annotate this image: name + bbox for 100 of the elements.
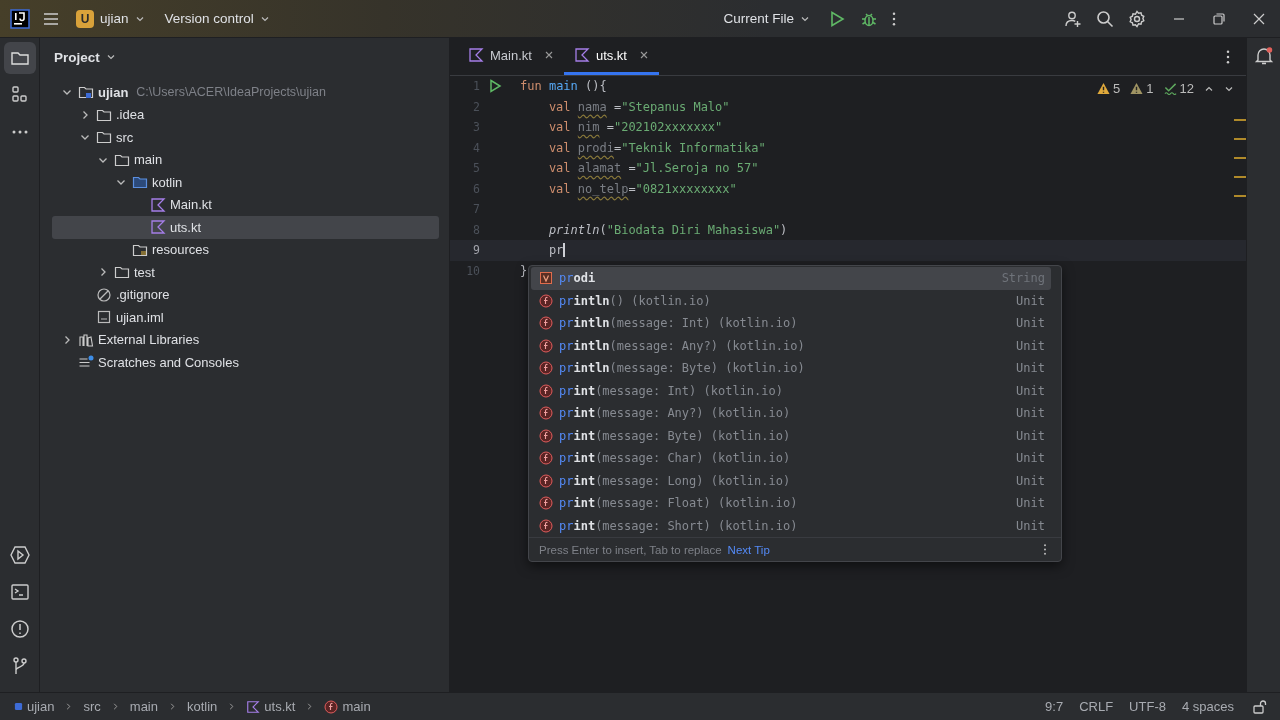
- more-icon[interactable]: [1226, 48, 1230, 65]
- panel-title-dropdown[interactable]: Project: [48, 48, 122, 66]
- breadcrumb[interactable]: src: [81, 699, 103, 714]
- completion-text: println(message: Int) (kotlin.io): [559, 316, 799, 331]
- function-icon: [539, 496, 553, 511]
- inspection-counter[interactable]: 5: [1097, 81, 1121, 96]
- chevron-right-icon[interactable]: [62, 334, 72, 345]
- close-icon[interactable]: [543, 50, 554, 60]
- tree-row[interactable]: .idea: [52, 103, 439, 126]
- more-icon[interactable]: [892, 10, 896, 27]
- tree-item-label: Scratches and Consoles: [98, 354, 239, 370]
- completion-item[interactable]: print(message: Float) (kotlin.io) Unit: [531, 492, 1051, 515]
- return-type: Unit: [1016, 383, 1045, 398]
- return-type: Unit: [1016, 406, 1045, 421]
- warning-icon: [1130, 82, 1144, 95]
- tree-row[interactable]: main: [52, 148, 439, 171]
- completion-item[interactable]: println(message: Byte) (kotlin.io) Unit: [531, 357, 1051, 380]
- tree-row[interactable]: Scratches and Consoles: [52, 351, 439, 374]
- function-icon: [539, 428, 553, 443]
- inspection-counter[interactable]: 12: [1163, 81, 1194, 96]
- completion-item[interactable]: print(message: Int) (kotlin.io) Unit: [531, 379, 1051, 402]
- completion-text: print(message: Long) (kotlin.io): [559, 473, 792, 488]
- line-number: 9: [472, 243, 480, 258]
- chevron-right-icon[interactable]: [80, 109, 90, 120]
- code-line: val alamat ="Jl.Seroja no 57": [547, 161, 759, 176]
- status-widget[interactable]: 4 spaces: [1175, 699, 1240, 714]
- kotlin-file-icon: [573, 47, 590, 63]
- breadcrumb[interactable]: main: [322, 699, 373, 714]
- tree-row[interactable]: Main.kt: [52, 193, 439, 216]
- completion-text: print(message: Float) (kotlin.io): [559, 496, 799, 511]
- status-widget[interactable]: UTF-8: [1123, 699, 1172, 714]
- tree-row[interactable]: ujian C:\Users\ACER\IdeaProjects\ujian: [52, 81, 439, 104]
- tree-row[interactable]: External Libraries: [52, 328, 439, 351]
- completion-item[interactable]: print(message: Any?) (kotlin.io) Unit: [531, 402, 1051, 425]
- completion-text: print(message: Short) (kotlin.io): [559, 518, 799, 533]
- tree-row[interactable]: src: [52, 126, 439, 149]
- completion-item[interactable]: println(message: Int) (kotlin.io) Unit: [531, 312, 1051, 335]
- completion-item[interactable]: print(message: Char) (kotlin.io) Unit: [531, 447, 1051, 470]
- inspection-counter[interactable]: 1: [1130, 81, 1154, 96]
- ignore-file-icon: [96, 286, 112, 303]
- tree-row[interactable]: resources: [52, 238, 439, 261]
- run-icon[interactable]: [488, 79, 502, 94]
- tab-label: uts.kt: [595, 47, 627, 63]
- completion-text: println(message: Any?) (kotlin.io): [559, 338, 806, 353]
- editor-tab[interactable]: uts.kt: [563, 38, 659, 75]
- editor-tab[interactable]: Main.kt: [458, 38, 564, 75]
- close-icon[interactable]: [639, 50, 649, 60]
- breadcrumb[interactable]: main: [127, 699, 160, 714]
- add-user-icon[interactable]: [1064, 9, 1082, 28]
- tree-row[interactable]: .gitignore: [52, 283, 439, 306]
- folder-icon: [114, 264, 130, 281]
- chevron-right-icon: [168, 702, 177, 711]
- project-switcher[interactable]: U ujian: [72, 6, 149, 31]
- library-icon: [78, 331, 94, 348]
- completion-item[interactable]: print(message: Short) (kotlin.io) Unit: [531, 514, 1051, 537]
- return-type: Unit: [1016, 293, 1045, 308]
- kotlin-file-icon: [246, 699, 261, 714]
- file-icon: [96, 309, 112, 326]
- app-logo-icon[interactable]: [10, 8, 30, 29]
- kotlin-file-icon: [150, 196, 166, 213]
- status-widget[interactable]: 9:7: [1039, 699, 1070, 714]
- status-widget[interactable]: CRLF: [1073, 699, 1120, 714]
- breadcrumb[interactable]: uts.kt: [244, 699, 298, 714]
- breadcrumb[interactable]: ujian: [12, 699, 57, 714]
- close-icon[interactable]: [1252, 11, 1266, 26]
- tree-row[interactable]: ujian.iml: [52, 306, 439, 329]
- breadcrumb[interactable]: kotlin: [185, 699, 220, 714]
- notifications-icon[interactable]: [1253, 46, 1274, 66]
- settings-icon[interactable]: [1128, 9, 1146, 28]
- function-icon: [539, 518, 553, 533]
- restore-icon[interactable]: [1212, 11, 1226, 26]
- tree-row[interactable]: kotlin: [52, 171, 439, 194]
- folder-icon[interactable]: [3, 42, 36, 74]
- completion-item[interactable]: print(message: Long) (kotlin.io) Unit: [531, 469, 1051, 492]
- caret-icon: [105, 52, 116, 62]
- tree-row[interactable]: uts.kt: [52, 216, 439, 239]
- tree-row[interactable]: test: [52, 261, 439, 284]
- more-icon[interactable]: [1043, 543, 1047, 556]
- run-configuration-selector[interactable]: Current File: [719, 8, 814, 29]
- chevron-right-icon[interactable]: [98, 267, 108, 278]
- completion-text: print(message: Int) (kotlin.io): [559, 383, 784, 398]
- run-icon[interactable]: [828, 9, 846, 28]
- return-type: Unit: [1016, 518, 1045, 533]
- code-line: }: [520, 263, 528, 278]
- return-type: Unit: [1016, 316, 1045, 331]
- warning-icon: [1097, 82, 1111, 95]
- code-line: val prodi="Teknik Informatika": [547, 140, 766, 155]
- version-control-menu[interactable]: Version control: [160, 8, 274, 29]
- tree-item-label: .gitignore: [116, 287, 170, 303]
- project-badge: U: [76, 9, 94, 28]
- return-type: Unit: [1016, 451, 1045, 466]
- next-tip-link[interactable]: Next Tip: [727, 543, 770, 556]
- code-line: fun main (){: [520, 79, 607, 94]
- completion-item[interactable]: println() (kotlin.io) Unit: [531, 289, 1051, 312]
- completion-item[interactable]: print(message: Byte) (kotlin.io) Unit: [531, 424, 1051, 447]
- code-line: val no_telp="0821xxxxxxxx": [547, 181, 737, 196]
- search-icon[interactable]: [1096, 9, 1114, 28]
- lock-icon[interactable]: [1252, 698, 1268, 715]
- return-type: Unit: [1016, 428, 1045, 443]
- completion-item[interactable]: println(message: Any?) (kotlin.io) Unit: [531, 334, 1051, 357]
